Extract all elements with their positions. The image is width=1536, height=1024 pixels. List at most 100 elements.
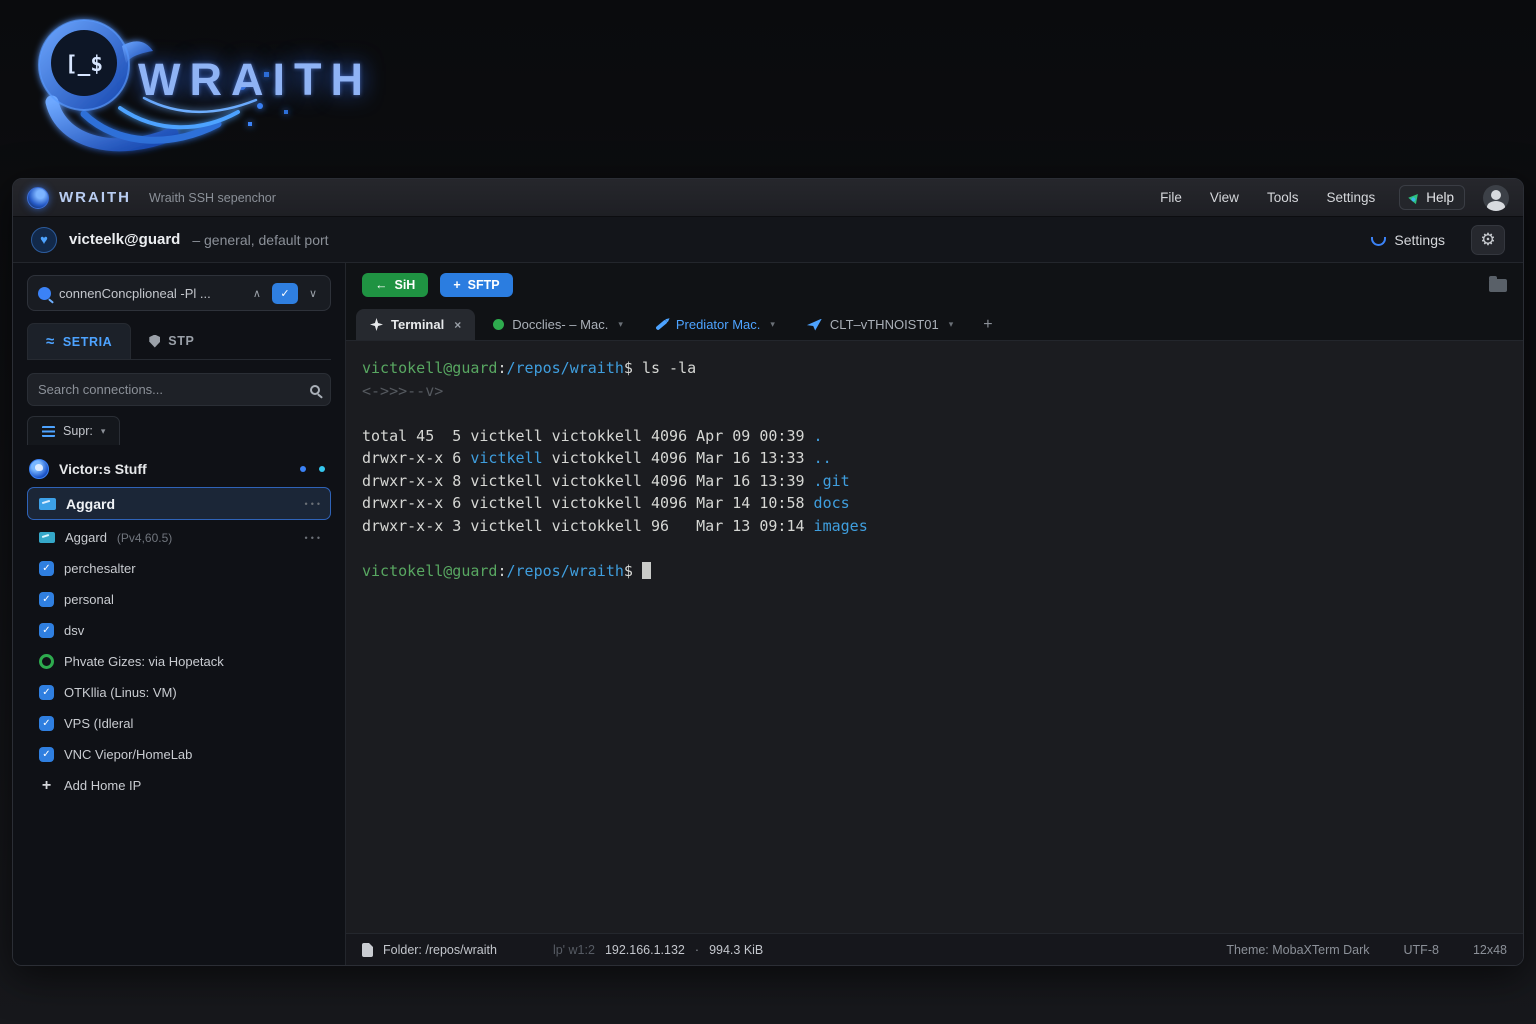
menubar-item-settings[interactable]: Settings <box>1312 184 1389 211</box>
check-icon <box>39 623 54 638</box>
brand-name: WRAITH <box>59 189 131 206</box>
statusbar-separator: · <box>695 943 699 957</box>
search-box <box>27 373 331 406</box>
statusbar: Folder: /repos/wraith lp' w1:2 192.166.1… <box>346 933 1523 965</box>
menubar-item-view[interactable]: View <box>1196 184 1253 211</box>
sidebar-item-aggard[interactable]: Aggard ••• <box>27 487 331 520</box>
filter-arrow-icon: ▾ <box>101 426 106 437</box>
terminal-cursor <box>642 562 651 579</box>
connection-settings-button[interactable]: Settings <box>1371 232 1445 248</box>
connection-search-icon <box>38 287 51 300</box>
group-label: Victor:s Stuff <box>59 461 147 477</box>
filter-button[interactable]: Supr: ▾ <box>27 416 120 445</box>
filter-lines-icon <box>42 426 55 437</box>
help-button[interactable]: Help <box>1399 185 1465 210</box>
sidebar-item-otkllia-linus-vm[interactable]: OTKllia (Linus: VM) <box>27 677 331 708</box>
menubar-items: FileViewToolsSettings <box>1146 189 1389 207</box>
sidebar-group-header[interactable]: Victor:s Stuff <box>29 459 331 479</box>
monitor-icon <box>39 498 56 510</box>
terminal-line: drwxr-x-x 6 victkell victokkell 4096 Mar… <box>362 492 1507 515</box>
filter-label: Supr: <box>63 424 93 438</box>
connection-dropdown[interactable]: connenConcplioneal -Pl ... ∧ ✓ ∨ <box>27 275 331 311</box>
statusbar-grid: 12x48 <box>1473 943 1507 957</box>
globe-icon <box>29 459 49 479</box>
check-icon <box>39 592 54 607</box>
sidebar-tab-setria[interactable]: ≈ SETRIA <box>27 323 131 359</box>
chevron-up-icon[interactable]: ∧ <box>250 287 264 300</box>
sidebar-tab-stp[interactable]: STP <box>131 323 212 359</box>
connection-header: ♥ victeelk@guard – general, default port… <box>13 217 1523 263</box>
sidebar-item-perchesalter[interactable]: perchesalter <box>27 553 331 584</box>
search-icon <box>310 385 320 395</box>
statusbar-ip: 192.166.1.132 <box>605 943 685 957</box>
brand-subtitle: Wraith SSH sepenchor <box>149 191 276 205</box>
chevron-down-icon[interactable]: ∨ <box>306 287 320 300</box>
svg-text:[_$: [_$ <box>65 52 103 76</box>
file-icon <box>362 943 373 957</box>
checkbox-button[interactable]: ✓ <box>272 283 298 304</box>
terminal-tab-[interactable]: + <box>971 310 1004 340</box>
item-menu-icon[interactable]: ••• <box>305 533 323 543</box>
tab-chevron-icon[interactable]: ▾ <box>618 319 623 330</box>
sidebar-item-aggard[interactable]: Aggard (Pv4,60.5) ••• <box>27 522 331 553</box>
search-input[interactable] <box>38 382 302 397</box>
gear-button[interactable]: ⚙ <box>1471 225 1505 255</box>
brand-logo-icon <box>27 187 49 209</box>
monitor2-icon <box>39 532 55 543</box>
main-panel: ← SiH + SFTP Terminal × Docclies- – Mac.… <box>346 263 1523 965</box>
sidebar-item-vps-idleral[interactable]: VPS (Idleral <box>27 708 331 739</box>
tab-chevron-icon[interactable]: ▾ <box>770 319 775 330</box>
group-status-dots <box>300 466 331 472</box>
sftp-button[interactable]: + SFTP <box>440 273 512 297</box>
menubar-item-tools[interactable]: Tools <box>1253 184 1313 211</box>
folder-icon[interactable] <box>1489 279 1507 292</box>
statusbar-dim-text: lp' w1:2 <box>553 943 595 957</box>
help-label: Help <box>1426 190 1454 205</box>
settings-hand-icon <box>1371 237 1386 246</box>
check-icon <box>39 716 54 731</box>
sidebar-item-phvate-gizes-via-hopetack[interactable]: Phvate Gizes: via Hopetack <box>27 646 331 677</box>
hero-logo: [_$ WRAITH <box>26 10 486 170</box>
terminal-tab-docclies-mac[interactable]: Docclies- – Mac. ▾ <box>479 309 637 340</box>
connection-badge-icon: ♥ <box>31 227 57 253</box>
plus-icon: + <box>453 278 460 292</box>
tab-close-icon[interactable]: × <box>454 318 461 332</box>
left-arrow-icon: ← <box>375 278 388 292</box>
sidebar-connection-list: Aggard ••• Aggard (Pv4,60.5) ••• perches… <box>27 485 331 801</box>
toolbar: ← SiH + SFTP <box>346 263 1523 307</box>
terminal-line: total 45 5 victkell victokkell 4096 Apr … <box>362 425 1507 448</box>
terminal-line: drwxr-x-x 8 victkell victokkell 4096 Mar… <box>362 470 1507 493</box>
connection-suffix: – general, default port <box>192 232 328 248</box>
terminal-line: drwxr-x-x 3 victkell victokkell 96 Mar 1… <box>362 515 1507 538</box>
app-window: WRAITH Wraith SSH sepenchor FileViewTool… <box>12 178 1524 966</box>
statusbar-right: Theme: MobaXTerm Dark UTF-8 12x48 <box>1226 943 1507 957</box>
sidebar-tabs: ≈ SETRIA STP <box>27 323 331 360</box>
check-icon <box>39 685 54 700</box>
check-icon <box>39 747 54 762</box>
terminal-line: drwxr-x-x 6 victkell victokkell 4096 Mar… <box>362 447 1507 470</box>
ssh-button[interactable]: ← SiH <box>362 273 428 297</box>
wave-icon: ≈ <box>46 333 55 350</box>
greendot-icon <box>493 319 504 330</box>
sidebar-item-personal[interactable]: personal <box>27 584 331 615</box>
terminal-tab-terminal[interactable]: Terminal × <box>356 309 475 340</box>
check-icon <box>39 561 54 576</box>
hero-title: WRAITH <box>138 54 372 106</box>
sidebar-item-vnc-viepor-homelab[interactable]: VNC Viepor/HomeLab <box>27 739 331 770</box>
sidebar-item-dsv[interactable]: dsv <box>27 615 331 646</box>
settings-label: Settings <box>1394 232 1445 248</box>
pencil-icon <box>655 319 668 330</box>
connection-user-host: victeelk@guard <box>69 231 180 248</box>
tab-chevron-icon[interactable]: ▾ <box>949 319 954 330</box>
sidebar-item-add-home-ip[interactable]: Add Home IP <box>27 770 331 801</box>
green-icon <box>39 654 54 669</box>
menubar-item-file[interactable]: File <box>1146 184 1196 211</box>
terminal-tabbar: Terminal × Docclies- – Mac. ▾ Prediator … <box>346 307 1523 341</box>
terminal-tab-clt-vthnoist01[interactable]: CLT–vTHNOIST01 ▾ <box>793 309 967 340</box>
avatar[interactable] <box>1483 185 1509 211</box>
terminal-output[interactable]: victokell@guard:/repos/wraith$ ls -la<->… <box>346 341 1523 933</box>
item-menu-icon[interactable]: ••• <box>305 499 323 509</box>
terminal-tab-prediator-mac[interactable]: Prediator Mac. ▾ <box>641 309 789 340</box>
statusbar-folder: Folder: /repos/wraith <box>383 943 497 957</box>
status-dot-cyan <box>319 466 325 472</box>
